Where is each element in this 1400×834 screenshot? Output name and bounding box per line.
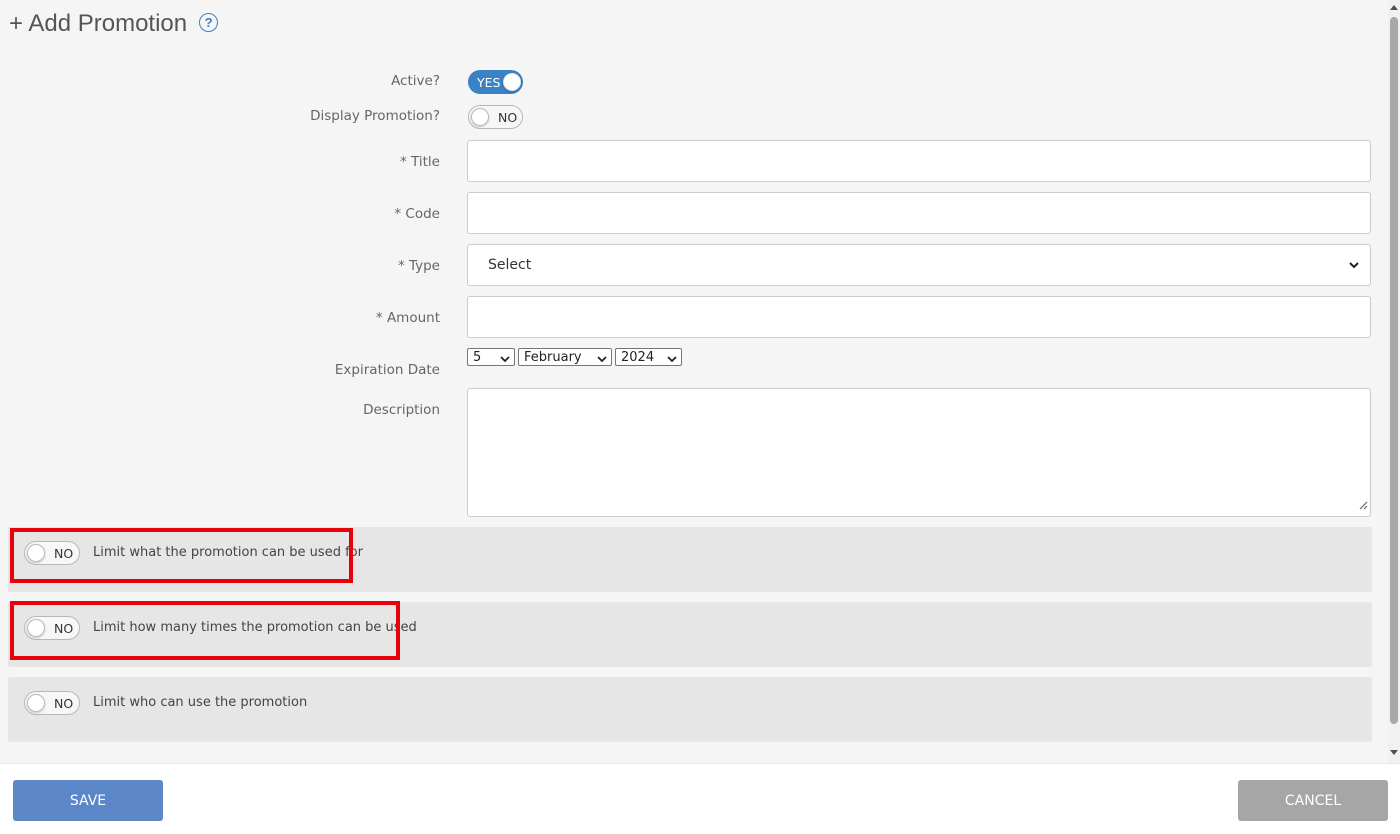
limit-times-toggle[interactable]: NO	[24, 616, 80, 640]
type-select-value: Select	[488, 257, 532, 273]
limit-usage-label: Limit what the promotion can be used for	[93, 545, 363, 560]
toggle-knob	[27, 619, 45, 637]
page-title: + Add Promotion ?	[9, 10, 219, 38]
limit-times-label: Limit how many times the promotion can b…	[93, 620, 417, 635]
description-label: Description	[363, 402, 440, 418]
type-select[interactable]: Select	[467, 244, 1371, 286]
expiration-day-value: 5	[473, 349, 482, 365]
limit-who-toggle[interactable]: NO	[24, 691, 80, 715]
display-promotion-toggle-text: NO	[498, 109, 518, 125]
limit-times-panel: NO Limit how many times the promotion ca…	[8, 602, 1372, 667]
footer-bar: SAVE CANCEL	[0, 763, 1400, 834]
expiration-month-select[interactable]: February	[518, 348, 612, 366]
active-toggle[interactable]: YES	[468, 70, 523, 94]
expiration-year-value: 2024	[621, 349, 655, 365]
active-toggle-text: YES	[477, 74, 501, 90]
chevron-down-icon	[597, 353, 607, 368]
limit-times-toggle-text: NO	[54, 620, 74, 636]
cancel-button[interactable]: CANCEL	[1238, 780, 1388, 821]
page-title-text: + Add Promotion	[9, 10, 188, 37]
resize-handle-icon[interactable]	[1358, 495, 1368, 514]
chevron-down-icon	[1348, 257, 1360, 277]
active-label: Active?	[391, 73, 440, 89]
type-label: * Type	[397, 258, 440, 274]
title-input[interactable]	[467, 140, 1371, 182]
save-button[interactable]: SAVE	[13, 780, 163, 821]
toggle-knob	[471, 108, 489, 126]
display-promotion-label: Display Promotion?	[310, 108, 440, 124]
amount-input[interactable]	[467, 296, 1371, 338]
limit-usage-toggle[interactable]: NO	[24, 541, 80, 565]
expiration-year-select[interactable]: 2024	[615, 348, 682, 366]
expiration-date-label: Expiration Date	[334, 362, 440, 378]
display-promotion-toggle[interactable]: NO	[468, 105, 523, 129]
scrollbar-thumb[interactable]	[1390, 17, 1398, 724]
scroll-down-arrow-icon[interactable]	[1390, 750, 1398, 755]
toggle-knob	[503, 73, 521, 91]
toggle-knob	[27, 544, 45, 562]
toggle-knob	[27, 694, 45, 712]
chevron-down-icon	[667, 353, 677, 368]
limit-usage-toggle-text: NO	[54, 545, 74, 561]
limit-who-toggle-text: NO	[54, 695, 74, 711]
amount-label: * Amount	[375, 310, 440, 326]
vertical-scrollbar[interactable]	[1388, 0, 1400, 763]
chevron-down-icon	[500, 353, 510, 368]
limit-usage-panel: NO Limit what the promotion can be used …	[8, 527, 1372, 592]
question-circle-icon[interactable]: ?	[199, 12, 219, 32]
limit-who-label: Limit who can use the promotion	[93, 695, 308, 710]
limit-who-panel: NO Limit who can use the promotion	[8, 677, 1372, 742]
code-input[interactable]	[467, 192, 1371, 234]
expiration-day-select[interactable]: 5	[467, 348, 515, 366]
code-label: * Code	[394, 206, 440, 222]
scroll-up-arrow-icon[interactable]	[1390, 5, 1398, 10]
description-textarea[interactable]	[467, 388, 1371, 517]
title-label: * Title	[400, 154, 440, 170]
expiration-month-value: February	[524, 349, 582, 365]
promotion-form-area: + Add Promotion ? Active? YES Display Pr…	[0, 0, 1388, 763]
